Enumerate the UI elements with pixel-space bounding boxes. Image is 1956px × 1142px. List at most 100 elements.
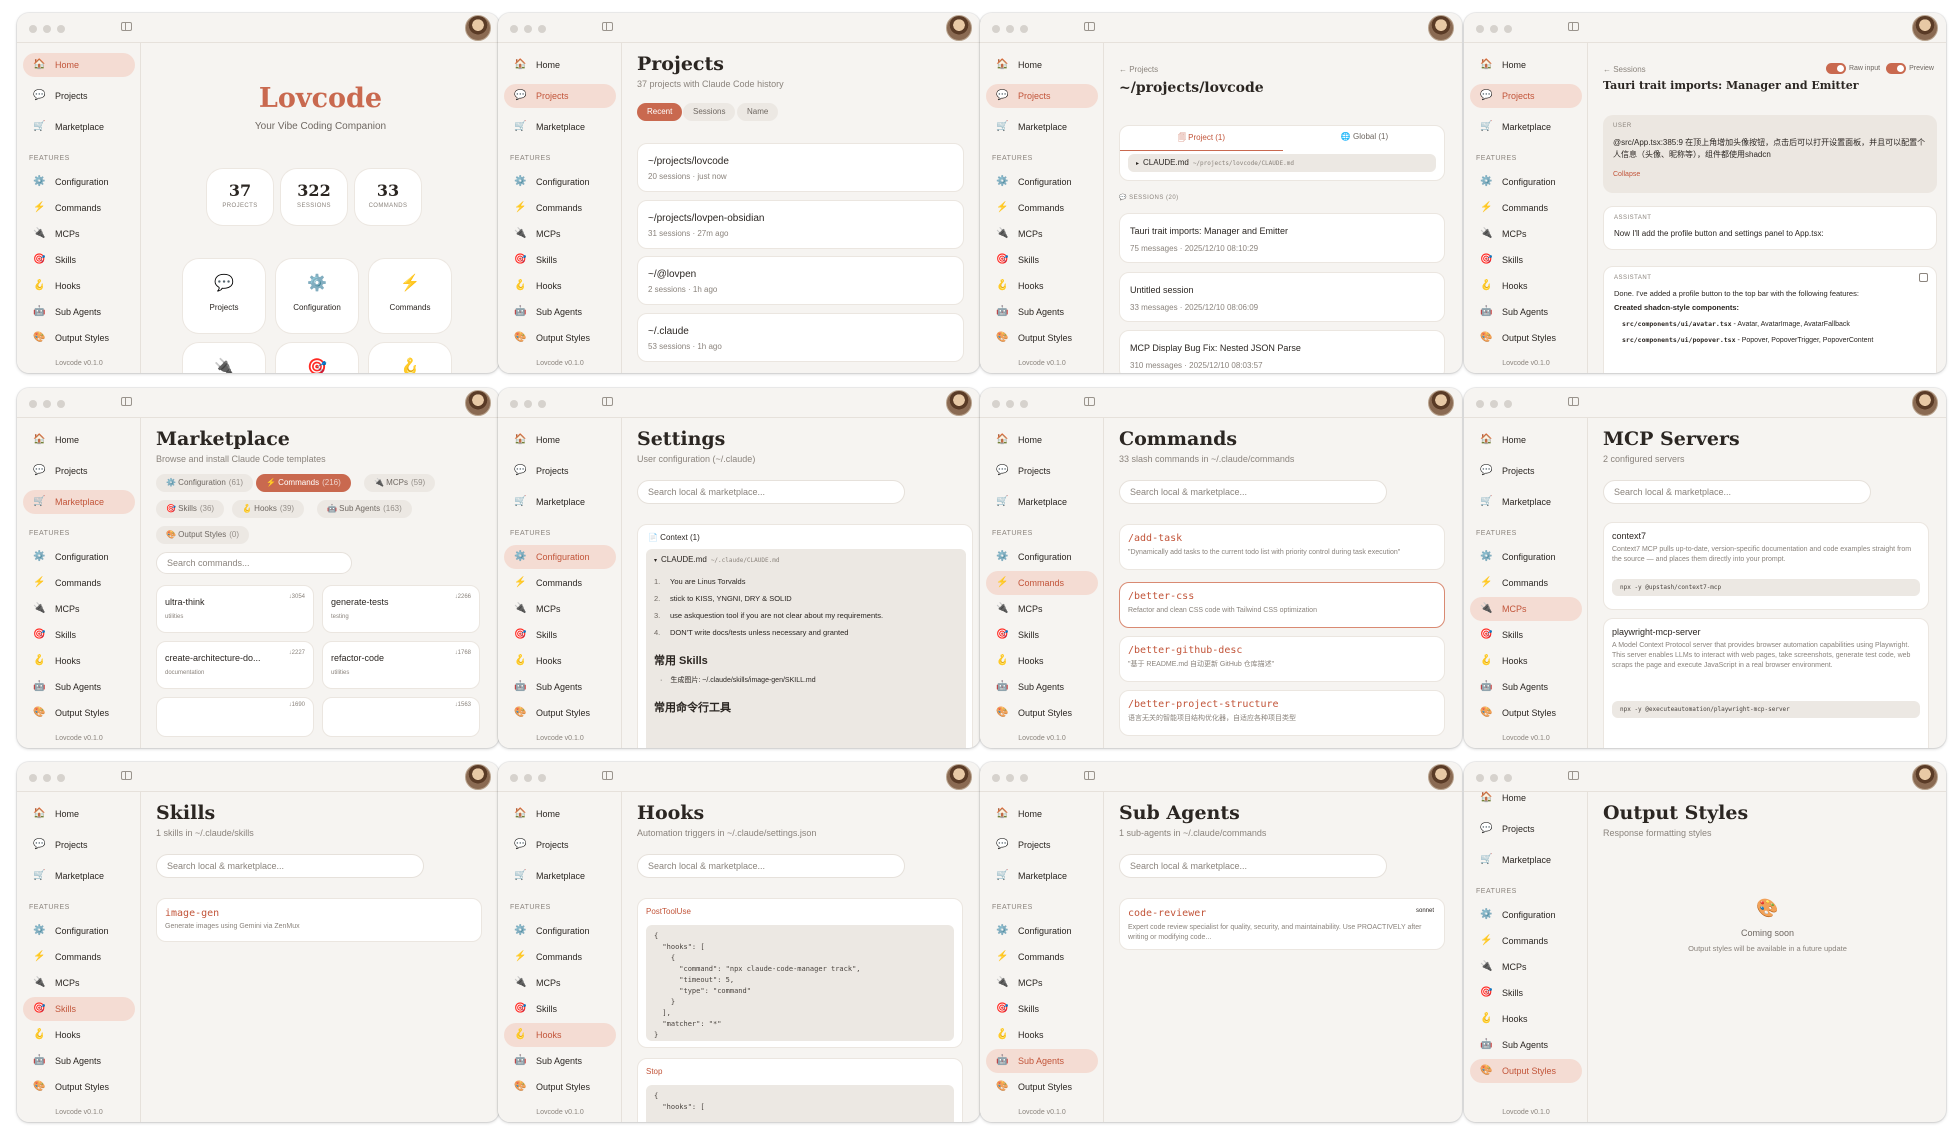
tab-project[interactable]: 🗐 Project (1) <box>1120 132 1283 151</box>
command-card[interactable]: /better-project-structure 语言无关的智能项目结构优化器，… <box>1119 690 1445 736</box>
session-row[interactable]: Untitled session 33 messages · 2025/12/10… <box>1119 272 1445 322</box>
sidebar-item-hooks[interactable]: 🪝 Hooks <box>504 274 616 298</box>
window-controls[interactable] <box>1476 774 1512 782</box>
sidebar-item-outputstyles[interactable]: 🎨 Output Styles <box>23 1075 135 1099</box>
sidebar-item-subagents[interactable]: 🤖 Sub Agents <box>23 1049 135 1073</box>
close-dot[interactable] <box>1476 774 1484 782</box>
skill-card[interactable]: image-gen Generate images using Gemini vi… <box>156 898 482 942</box>
template-card[interactable]: ultra-think utilities ↓3054 <box>156 585 314 633</box>
sidebar-item-hooks[interactable]: 🪝 Hooks <box>504 649 616 673</box>
sidebar-item-home[interactable]: 🏠 Home <box>986 428 1098 452</box>
sidebar-toggle-icon[interactable] <box>1568 22 1579 31</box>
quick-action-commands[interactable]: ⚡ Commands <box>369 259 451 333</box>
quick-action-configuration[interactable]: ⚙️ Configuration <box>276 259 358 333</box>
sidebar-item-outputstyles[interactable]: 🎨 Output Styles <box>1470 701 1582 725</box>
sidebar-item-home[interactable]: 🏠 Home <box>504 53 616 77</box>
tab-global[interactable]: 🌐 Global (1) <box>1283 132 1446 141</box>
sidebar-item-configuration[interactable]: ⚙️ Configuration <box>1470 545 1582 569</box>
close-dot[interactable] <box>29 774 37 782</box>
sidebar-item-skills[interactable]: 🎯 Skills <box>504 248 616 272</box>
sidebar-item-skills[interactable]: 🎯 Skills <box>23 623 135 647</box>
sidebar-item-subagents[interactable]: 🤖 Sub Agents <box>986 675 1098 699</box>
sidebar-item-marketplace[interactable]: 🛒 Marketplace <box>504 115 616 139</box>
sidebar-item-hooks[interactable]: 🪝 Hooks <box>986 1023 1098 1047</box>
sidebar-item-marketplace[interactable]: 🛒 Marketplace <box>23 115 135 139</box>
sidebar-item-marketplace[interactable]: 🛒 Marketplace <box>1470 490 1582 514</box>
zoom-dot[interactable] <box>1504 25 1512 33</box>
sidebar-item-commands[interactable]: ⚡ Commands <box>986 571 1098 595</box>
sidebar-item-marketplace[interactable]: 🛒 Marketplace <box>23 490 135 514</box>
sidebar-item-home[interactable]: 🏠 Home <box>1470 428 1582 452</box>
zoom-dot[interactable] <box>57 25 65 33</box>
close-dot[interactable] <box>510 25 518 33</box>
avatar-button[interactable] <box>946 764 972 790</box>
close-dot[interactable] <box>29 400 37 408</box>
collapse-link[interactable]: Collapse <box>1613 171 1640 178</box>
avatar-button[interactable] <box>946 15 972 41</box>
minimize-dot[interactable] <box>43 25 51 33</box>
sidebar-item-subagents[interactable]: 🤖 Sub Agents <box>986 300 1098 324</box>
sidebar-item-skills[interactable]: 🎯 Skills <box>986 248 1098 272</box>
minimize-dot[interactable] <box>524 25 532 33</box>
sidebar-item-skills[interactable]: 🎯 Skills <box>23 997 135 1021</box>
sidebar-item-skills[interactable]: 🎯 Skills <box>986 623 1098 647</box>
sidebar-item-outputstyles[interactable]: 🎨 Output Styles <box>1470 326 1582 350</box>
sidebar-item-mcps[interactable]: 🔌 MCPs <box>23 222 135 246</box>
sidebar-item-projects[interactable]: 💬 Projects <box>504 459 616 483</box>
sidebar-item-projects[interactable]: 💬 Projects <box>1470 84 1582 108</box>
minimize-dot[interactable] <box>1490 25 1498 33</box>
sort-tab-name[interactable]: Name <box>737 103 779 121</box>
sidebar-item-subagents[interactable]: 🤖 Sub Agents <box>1470 675 1582 699</box>
window-controls[interactable] <box>510 25 546 33</box>
project-row[interactable]: ~/.claude 53 sessions · 1h ago <box>637 313 964 362</box>
sidebar-item-configuration[interactable]: ⚙️ Configuration <box>504 545 616 569</box>
quick-action-projects[interactable]: 💬 Projects <box>183 259 265 333</box>
avatar-button[interactable] <box>1912 764 1938 790</box>
breadcrumb[interactable]: ← Sessions <box>1603 65 1646 74</box>
sidebar-toggle-icon[interactable] <box>1084 22 1095 31</box>
sidebar-toggle-icon[interactable] <box>602 397 613 406</box>
zoom-dot[interactable] <box>57 774 65 782</box>
sidebar-item-projects[interactable]: 💬 Projects <box>23 84 135 108</box>
filter-chip[interactable]: 🔌 MCPs (59) <box>364 474 436 492</box>
sidebar-item-commands[interactable]: ⚡ Commands <box>23 571 135 595</box>
sidebar-item-projects[interactable]: 💬 Projects <box>986 459 1098 483</box>
minimize-dot[interactable] <box>43 400 51 408</box>
quick-action-feature[interactable]: 🪝 <box>369 343 451 373</box>
file-row[interactable]: ▾ CLAUDE.md ~/.claude/CLAUDE.md <box>654 555 779 564</box>
sidebar-item-commands[interactable]: ⚡ Commands <box>504 571 616 595</box>
command-card[interactable]: /better-css Refactor and clean CSS code w… <box>1119 582 1445 628</box>
sidebar-item-hooks[interactable]: 🪝 Hooks <box>504 1023 616 1047</box>
sidebar-item-mcps[interactable]: 🔌 MCPs <box>23 597 135 621</box>
minimize-dot[interactable] <box>1006 774 1014 782</box>
sidebar-item-projects[interactable]: 💬 Projects <box>986 84 1098 108</box>
minimize-dot[interactable] <box>1490 400 1498 408</box>
sidebar-item-configuration[interactable]: ⚙️ Configuration <box>1470 903 1582 927</box>
template-card[interactable]: ↓1690 <box>156 697 314 737</box>
sidebar-item-marketplace[interactable]: 🛒 Marketplace <box>23 864 135 888</box>
minimize-dot[interactable] <box>1006 25 1014 33</box>
sidebar-item-projects[interactable]: 💬 Projects <box>986 833 1098 857</box>
raw-input-toggle[interactable] <box>1825 63 1846 74</box>
filter-chip[interactable]: 🎯 Skills (36) <box>156 500 225 518</box>
sidebar-item-home[interactable]: 🏠 Home <box>23 53 135 77</box>
sidebar-item-configuration[interactable]: ⚙️ Configuration <box>504 170 616 194</box>
sidebar-toggle-icon[interactable] <box>1084 397 1095 406</box>
sidebar-item-home[interactable]: 🏠 Home <box>23 428 135 452</box>
close-dot[interactable] <box>510 774 518 782</box>
avatar-button[interactable] <box>1912 390 1938 416</box>
zoom-dot[interactable] <box>538 400 546 408</box>
sidebar-item-subagents[interactable]: 🤖 Sub Agents <box>504 675 616 699</box>
zoom-dot[interactable] <box>538 25 546 33</box>
search-input[interactable]: Search local & marketplace... <box>1119 854 1387 878</box>
stat-card[interactable]: 322 SESSIONS <box>281 169 347 225</box>
sidebar-toggle-icon[interactable] <box>1084 771 1095 780</box>
sidebar-item-commands[interactable]: ⚡ Commands <box>1470 571 1582 595</box>
sidebar-item-home[interactable]: 🏠 Home <box>504 802 616 826</box>
zoom-dot[interactable] <box>1020 25 1028 33</box>
sidebar-toggle-icon[interactable] <box>602 771 613 780</box>
sidebar-item-mcps[interactable]: 🔌 MCPs <box>986 222 1098 246</box>
sidebar-item-projects[interactable]: 💬 Projects <box>1470 817 1582 841</box>
zoom-dot[interactable] <box>1504 400 1512 408</box>
sidebar-item-commands[interactable]: ⚡ Commands <box>504 945 616 969</box>
